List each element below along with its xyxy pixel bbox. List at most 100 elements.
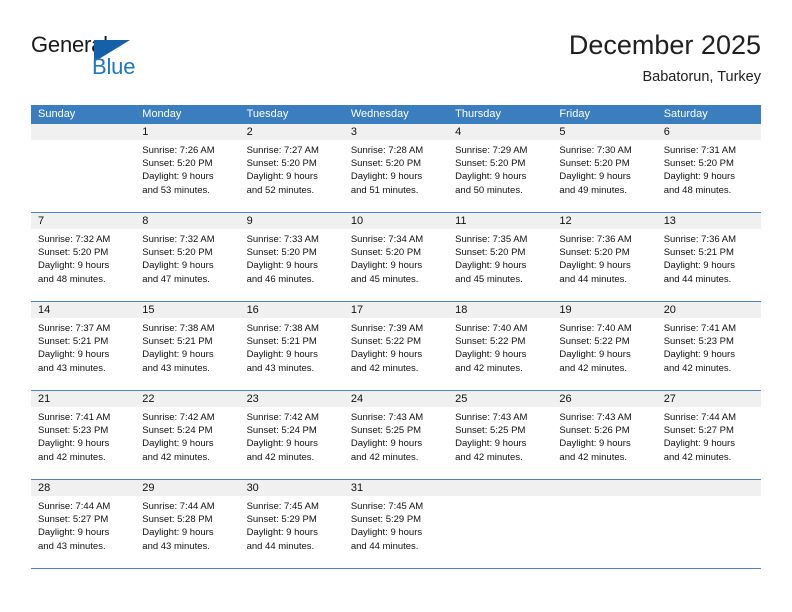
day-number[interactable] bbox=[552, 480, 656, 496]
daylight-text-line2: and 47 minutes. bbox=[142, 273, 210, 285]
day-cell[interactable]: Sunrise: 7:40 AM Sunset: 5:22 PM Dayligh… bbox=[552, 318, 656, 390]
day-cell[interactable]: Sunrise: 7:34 AM Sunset: 5:20 PM Dayligh… bbox=[344, 229, 448, 301]
day-cell[interactable]: Sunrise: 7:45 AM Sunset: 5:29 PM Dayligh… bbox=[240, 496, 344, 568]
day-cell[interactable] bbox=[448, 496, 552, 568]
day-cell[interactable]: Sunrise: 7:33 AM Sunset: 5:20 PM Dayligh… bbox=[240, 229, 344, 301]
daylight-text-line2: and 42 minutes. bbox=[455, 451, 523, 463]
day-cell[interactable]: Sunrise: 7:37 AM Sunset: 5:21 PM Dayligh… bbox=[31, 318, 135, 390]
day-cell[interactable]: Sunrise: 7:43 AM Sunset: 5:25 PM Dayligh… bbox=[448, 407, 552, 479]
day-cell[interactable]: Sunrise: 7:42 AM Sunset: 5:24 PM Dayligh… bbox=[240, 407, 344, 479]
day-number[interactable]: 10 bbox=[344, 213, 448, 229]
day-cell[interactable]: Sunrise: 7:39 AM Sunset: 5:22 PM Dayligh… bbox=[344, 318, 448, 390]
day-number-band: 21 22 23 24 25 26 27 bbox=[31, 391, 761, 407]
day-cell[interactable]: Sunrise: 7:43 AM Sunset: 5:26 PM Dayligh… bbox=[552, 407, 656, 479]
day-cell[interactable]: Sunrise: 7:29 AM Sunset: 5:20 PM Dayligh… bbox=[448, 140, 552, 212]
day-number[interactable]: 8 bbox=[135, 213, 239, 229]
day-cell[interactable] bbox=[552, 496, 656, 568]
sunrise-text: Sunrise: 7:42 AM bbox=[246, 412, 319, 423]
day-number[interactable]: 28 bbox=[31, 480, 135, 496]
day-number[interactable]: 21 bbox=[31, 391, 135, 407]
day-number[interactable]: 23 bbox=[240, 391, 344, 407]
day-number[interactable]: 18 bbox=[448, 302, 552, 318]
daylight-text-line2: and 50 minutes. bbox=[455, 184, 523, 196]
sunset-text: Sunset: 5:26 PM bbox=[559, 425, 630, 437]
day-cell[interactable]: Sunrise: 7:36 AM Sunset: 5:20 PM Dayligh… bbox=[552, 229, 656, 301]
day-number[interactable]: 24 bbox=[344, 391, 448, 407]
daylight-text-line2: and 42 minutes. bbox=[350, 362, 419, 374]
day-number[interactable]: 2 bbox=[240, 124, 344, 140]
day-number-band: 14 15 16 17 18 19 20 bbox=[31, 302, 761, 318]
daylight-text-line2: and 53 minutes. bbox=[142, 184, 210, 196]
day-number[interactable] bbox=[657, 480, 761, 496]
day-number-band: 7 8 9 10 11 12 13 bbox=[31, 213, 761, 229]
day-cell[interactable]: Sunrise: 7:32 AM Sunset: 5:20 PM Dayligh… bbox=[135, 229, 239, 301]
day-cell[interactable] bbox=[657, 496, 761, 568]
day-cell[interactable]: Sunrise: 7:30 AM Sunset: 5:20 PM Dayligh… bbox=[552, 140, 656, 212]
calendar-week-row: 14 15 16 17 18 19 20 Sunrise: 7:37 AM Su… bbox=[31, 302, 761, 391]
day-detail-band: Sunrise: 7:41 AM Sunset: 5:23 PM Dayligh… bbox=[31, 407, 761, 479]
day-cell[interactable]: Sunrise: 7:36 AM Sunset: 5:21 PM Dayligh… bbox=[657, 229, 761, 301]
day-number[interactable]: 11 bbox=[448, 213, 552, 229]
general-blue-logo[interactable]: General Blue bbox=[31, 32, 251, 92]
daylight-text-line1: Daylight: 9 hours bbox=[38, 260, 110, 272]
daylight-text-line2: and 43 minutes. bbox=[142, 362, 210, 374]
sunset-text: Sunset: 5:20 PM bbox=[350, 247, 422, 259]
day-number[interactable]: 14 bbox=[31, 302, 135, 318]
day-number[interactable]: 9 bbox=[240, 213, 344, 229]
day-cell[interactable]: Sunrise: 7:40 AM Sunset: 5:22 PM Dayligh… bbox=[448, 318, 552, 390]
day-number[interactable]: 26 bbox=[552, 391, 656, 407]
sunset-text: Sunset: 5:21 PM bbox=[142, 336, 213, 348]
day-cell[interactable]: Sunrise: 7:44 AM Sunset: 5:28 PM Dayligh… bbox=[135, 496, 239, 568]
day-number[interactable]: 1 bbox=[135, 124, 239, 140]
sunrise-text: Sunrise: 7:36 AM bbox=[559, 234, 632, 245]
sunset-text: Sunset: 5:28 PM bbox=[142, 514, 213, 526]
day-number[interactable] bbox=[448, 480, 552, 496]
day-cell[interactable]: Sunrise: 7:28 AM Sunset: 5:20 PM Dayligh… bbox=[344, 140, 448, 212]
day-number[interactable]: 30 bbox=[240, 480, 344, 496]
day-number[interactable]: 15 bbox=[135, 302, 239, 318]
day-cell[interactable]: Sunrise: 7:44 AM Sunset: 5:27 PM Dayligh… bbox=[657, 407, 761, 479]
day-cell[interactable]: Sunrise: 7:31 AM Sunset: 5:20 PM Dayligh… bbox=[657, 140, 761, 212]
sunset-text: Sunset: 5:22 PM bbox=[559, 336, 630, 348]
day-number[interactable]: 27 bbox=[657, 391, 761, 407]
day-cell[interactable]: Sunrise: 7:43 AM Sunset: 5:25 PM Dayligh… bbox=[344, 407, 448, 479]
sunrise-text: Sunrise: 7:41 AM bbox=[38, 412, 111, 423]
day-number[interactable]: 5 bbox=[552, 124, 656, 140]
day-number[interactable]: 12 bbox=[552, 213, 656, 229]
day-number[interactable]: 13 bbox=[657, 213, 761, 229]
day-number[interactable]: 20 bbox=[657, 302, 761, 318]
day-cell[interactable]: Sunrise: 7:41 AM Sunset: 5:23 PM Dayligh… bbox=[31, 407, 135, 479]
day-cell[interactable]: Sunrise: 7:27 AM Sunset: 5:20 PM Dayligh… bbox=[240, 140, 344, 212]
day-number[interactable]: 16 bbox=[240, 302, 344, 318]
daylight-text-line1: Daylight: 9 hours bbox=[663, 349, 735, 361]
day-cell[interactable]: Sunrise: 7:26 AM Sunset: 5:20 PM Dayligh… bbox=[135, 140, 239, 212]
day-cell[interactable]: Sunrise: 7:38 AM Sunset: 5:21 PM Dayligh… bbox=[135, 318, 239, 390]
sunset-text: Sunset: 5:20 PM bbox=[455, 247, 526, 259]
weekday-header-wednesday: Wednesday bbox=[350, 108, 409, 120]
day-number[interactable]: 7 bbox=[31, 213, 135, 229]
day-number[interactable]: 4 bbox=[448, 124, 552, 140]
day-number[interactable]: 6 bbox=[657, 124, 761, 140]
day-cell[interactable] bbox=[31, 140, 135, 212]
day-cell[interactable]: Sunrise: 7:41 AM Sunset: 5:23 PM Dayligh… bbox=[657, 318, 761, 390]
day-number[interactable]: 17 bbox=[344, 302, 448, 318]
day-cell[interactable]: Sunrise: 7:35 AM Sunset: 5:20 PM Dayligh… bbox=[448, 229, 552, 301]
day-cell[interactable]: Sunrise: 7:42 AM Sunset: 5:24 PM Dayligh… bbox=[135, 407, 239, 479]
day-cell[interactable]: Sunrise: 7:32 AM Sunset: 5:20 PM Dayligh… bbox=[31, 229, 135, 301]
sunset-text: Sunset: 5:20 PM bbox=[455, 158, 526, 170]
day-cell[interactable]: Sunrise: 7:44 AM Sunset: 5:27 PM Dayligh… bbox=[31, 496, 135, 568]
calendar-week-row: 21 22 23 24 25 26 27 Sunrise: 7:41 AM Su… bbox=[31, 391, 761, 480]
day-number[interactable]: 19 bbox=[552, 302, 656, 318]
day-number[interactable] bbox=[31, 124, 135, 140]
logo-text-blue: Blue bbox=[92, 54, 136, 79]
weekday-header-sunday: Sunday bbox=[38, 108, 76, 120]
day-cell[interactable]: Sunrise: 7:38 AM Sunset: 5:21 PM Dayligh… bbox=[240, 318, 344, 390]
day-number[interactable]: 22 bbox=[135, 391, 239, 407]
day-cell[interactable]: Sunrise: 7:45 AM Sunset: 5:29 PM Dayligh… bbox=[344, 496, 448, 568]
daylight-text-line1: Daylight: 9 hours bbox=[246, 260, 318, 272]
day-number[interactable]: 25 bbox=[448, 391, 552, 407]
day-number[interactable]: 3 bbox=[344, 124, 448, 140]
day-number[interactable]: 29 bbox=[135, 480, 239, 496]
day-detail-band: Sunrise: 7:32 AM Sunset: 5:20 PM Dayligh… bbox=[31, 229, 761, 301]
day-number[interactable]: 31 bbox=[344, 480, 448, 496]
